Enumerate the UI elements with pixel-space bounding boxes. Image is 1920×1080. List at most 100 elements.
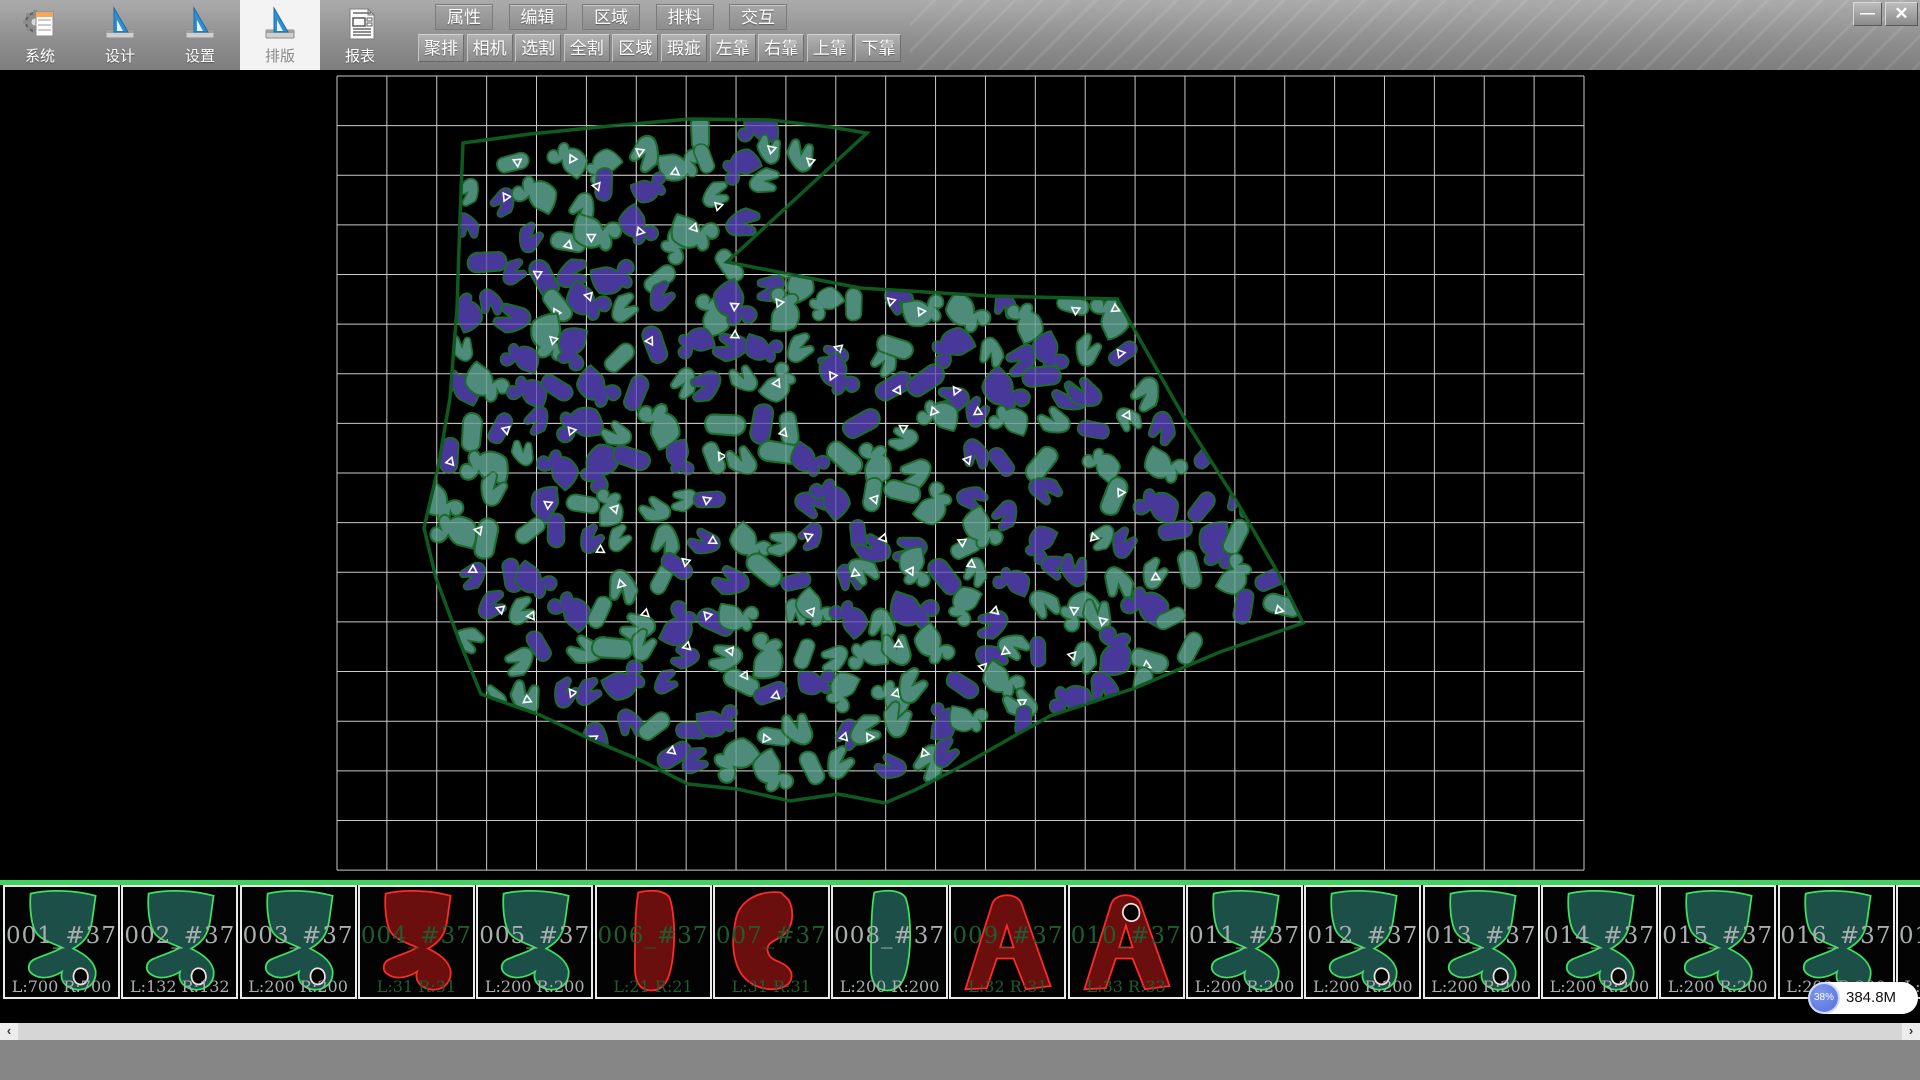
nested-piece[interactable]	[1146, 410, 1177, 448]
nesting-svg[interactable]	[0, 70, 1920, 880]
nested-piece[interactable]	[1128, 375, 1161, 414]
menu-排料[interactable]: 排料	[656, 4, 714, 30]
nested-piece[interactable]	[825, 595, 873, 641]
nested-piece[interactable]	[454, 557, 489, 595]
part-thumbnail-003_#37[interactable]: 003_#37L:200 R:200	[240, 885, 357, 999]
part-thumbnail-007_#37[interactable]: 007_#37L:31 R:31	[713, 885, 830, 999]
nested-piece[interactable]	[839, 286, 869, 323]
part-thumbnail-013_#37[interactable]: 013_#37L:200 R:200	[1423, 885, 1540, 999]
tool-相机-1[interactable]: 相机	[467, 34, 513, 62]
menu-属性[interactable]: 属性	[435, 4, 493, 30]
nested-piece[interactable]	[608, 289, 643, 328]
nested-piece[interactable]	[711, 565, 749, 595]
nested-pieces[interactable]	[414, 112, 1305, 799]
nested-piece[interactable]	[512, 516, 549, 546]
nested-piece[interactable]	[1054, 287, 1092, 323]
nested-piece[interactable]	[1170, 629, 1209, 668]
part-thumbnail-011_#37[interactable]: 011_#37L:200 R:200	[1186, 885, 1303, 999]
nested-piece[interactable]	[635, 710, 674, 743]
part-thumbnail-005_#37[interactable]: 005_#37L:200 R:200	[476, 885, 593, 999]
tool-左靠-6[interactable]: 左靠	[710, 34, 756, 62]
nested-piece[interactable]	[606, 522, 635, 555]
nested-piece[interactable]	[1024, 635, 1052, 669]
nested-piece[interactable]	[749, 631, 785, 680]
scroll-left-button[interactable]: ‹	[0, 1023, 18, 1040]
nested-piece[interactable]	[823, 435, 865, 482]
tool-右靠-7[interactable]: 右靠	[758, 34, 804, 62]
nested-piece[interactable]	[909, 621, 960, 671]
nested-piece[interactable]	[991, 566, 1031, 598]
nested-piece[interactable]	[1095, 625, 1133, 677]
nested-piece[interactable]	[783, 134, 821, 175]
tool-瑕疵-5[interactable]: 瑕疵	[661, 34, 707, 62]
nested-piece[interactable]	[725, 360, 763, 395]
close-button[interactable]: ✕	[1885, 2, 1918, 26]
nested-piece[interactable]	[943, 665, 982, 706]
nested-piece[interactable]	[956, 486, 988, 512]
nested-piece[interactable]	[505, 592, 540, 630]
nested-piece[interactable]	[1056, 547, 1096, 590]
menu-编辑[interactable]: 编辑	[509, 4, 567, 30]
part-thumbnail-004_#37[interactable]: 004_#37L:31 R:31	[358, 885, 475, 999]
nested-piece[interactable]	[874, 753, 907, 779]
horizontal-scrollbar[interactable]: ‹ ›	[0, 1023, 1920, 1040]
nested-piece[interactable]	[794, 519, 825, 554]
tool-全割-3[interactable]: 全割	[564, 34, 610, 62]
tool-下靠-9[interactable]: 下靠	[855, 34, 901, 62]
nested-piece[interactable]	[1048, 683, 1093, 717]
nested-piece[interactable]	[1024, 586, 1066, 624]
nested-piece[interactable]	[600, 341, 639, 375]
nested-piece[interactable]	[572, 673, 606, 710]
part-thumbnail-006_#37[interactable]: 006_#37L:21 R:21	[595, 885, 712, 999]
scroll-right-button[interactable]: ›	[1902, 1023, 1920, 1040]
nested-piece[interactable]	[784, 329, 819, 368]
nested-piece[interactable]	[507, 434, 540, 469]
nested-piece[interactable]	[974, 335, 1008, 372]
part-thumbnail-009_#37[interactable]: 009_#37L:32 R:31	[949, 885, 1066, 999]
nav-tab-报表[interactable]: 报表	[320, 0, 400, 70]
minimize-button[interactable]: —	[1853, 2, 1882, 26]
nested-piece[interactable]	[518, 221, 544, 253]
nested-piece[interactable]	[1076, 334, 1101, 367]
nested-piece[interactable]	[638, 496, 671, 522]
nav-tab-设计[interactable]: 设计	[80, 0, 160, 70]
nested-piece[interactable]	[630, 136, 659, 173]
nested-piece[interactable]	[722, 203, 767, 245]
nested-piece[interactable]	[551, 403, 605, 448]
tool-上靠-8[interactable]: 上靠	[807, 34, 853, 62]
nested-piece[interactable]	[884, 422, 920, 454]
part-thumbnail-010_#37[interactable]: 010_#37L:33 R:33	[1068, 885, 1185, 999]
nested-piece[interactable]	[532, 444, 583, 492]
nested-piece[interactable]	[544, 138, 592, 180]
nav-tab-排版[interactable]: 排版	[240, 0, 320, 70]
nested-piece[interactable]	[474, 585, 513, 626]
nested-piece[interactable]	[453, 176, 480, 208]
nested-piece[interactable]	[989, 497, 1020, 533]
nested-piece[interactable]	[1075, 413, 1112, 446]
nested-piece[interactable]	[588, 254, 640, 299]
nested-piece[interactable]	[987, 404, 1029, 436]
tool-聚排-0[interactable]: 聚排	[418, 34, 464, 62]
nav-tab-设置[interactable]: 设置	[160, 0, 240, 70]
nested-piece[interactable]	[496, 151, 529, 174]
nested-piece[interactable]	[719, 604, 759, 631]
nested-piece[interactable]	[599, 655, 652, 706]
part-thumbnail-015_#37[interactable]: 015_#37L:200 R:200	[1659, 885, 1776, 999]
menu-交互[interactable]: 交互	[729, 4, 787, 30]
nested-piece[interactable]	[744, 334, 784, 364]
nested-piece[interactable]	[578, 522, 606, 555]
nested-piece[interactable]	[1141, 445, 1190, 486]
part-thumbnail-008_#37[interactable]: 008_#37L:200 R:200	[831, 885, 948, 999]
part-thumbnail-014_#37[interactable]: 014_#37L:200 R:200	[1541, 885, 1658, 999]
nested-piece[interactable]	[987, 444, 1017, 480]
nav-tab-系统[interactable]: 系统	[0, 0, 80, 70]
tool-选割-2[interactable]: 选割	[515, 34, 561, 62]
nested-piece[interactable]	[557, 328, 587, 371]
nested-piece[interactable]	[787, 636, 822, 672]
nested-piece[interactable]	[658, 598, 699, 649]
nested-piece[interactable]	[449, 209, 484, 244]
nested-piece[interactable]	[950, 706, 988, 732]
nested-piece[interactable]	[799, 750, 826, 786]
nested-piece[interactable]	[544, 586, 596, 633]
nested-piece[interactable]	[1182, 489, 1221, 525]
